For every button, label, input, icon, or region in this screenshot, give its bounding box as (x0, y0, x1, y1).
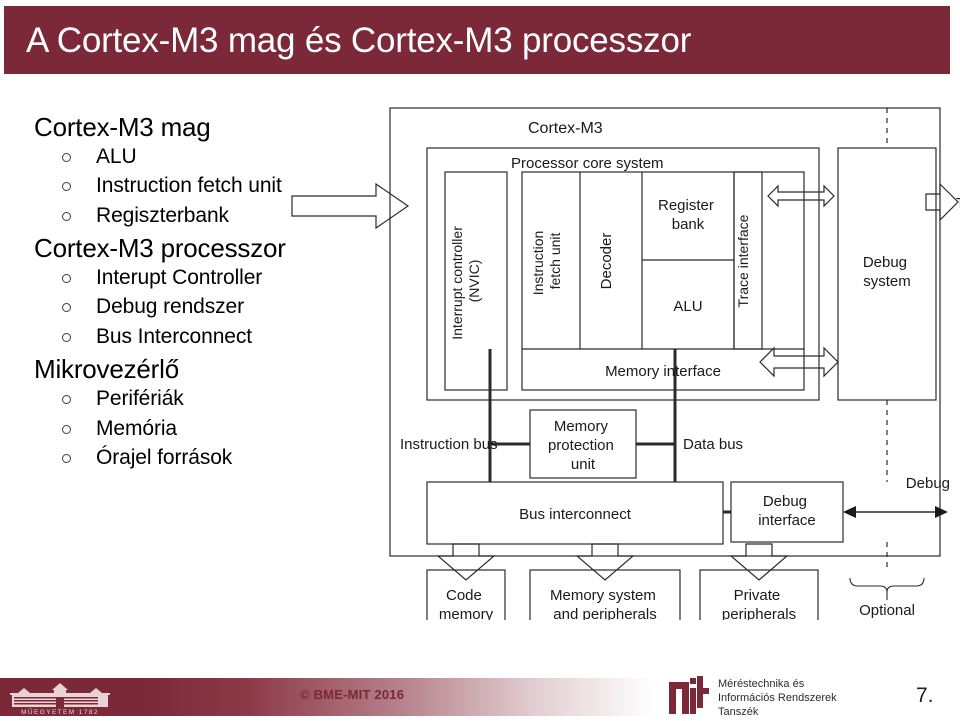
diagram-label-debug: Debug (906, 475, 950, 492)
circle-bullet-icon (62, 273, 71, 283)
diagram-label-private-peripherals: Private peripherals (722, 587, 796, 620)
diagram-label-data-bus: Data bus (683, 436, 743, 453)
diagram-label-nvic: Interrupt controller (NVIC) (449, 222, 482, 340)
page-title: A Cortex-M3 mag és Cortex-M3 processzor (26, 20, 692, 60)
diagram-label-debug-system: Debug system (863, 254, 911, 290)
list-item-label: Instruction fetch unit (96, 174, 282, 198)
circle-bullet-icon (62, 454, 71, 464)
copyright-text: © BME-MIT 2016 (300, 687, 405, 702)
diagram-label-mpu: Memory protection unit (548, 418, 618, 473)
diagram-label-decoder: Decoder (598, 233, 615, 290)
list-item-label: ALU (96, 144, 137, 168)
circle-bullet-icon (62, 332, 71, 342)
diagram-label-register-bank: Register bank (658, 197, 718, 233)
slide-title-bar: A Cortex-M3 mag és Cortex-M3 processzor (4, 6, 950, 74)
cortex-m3-block-diagram: Cortex-M3 Processor core system Interrup… (290, 100, 960, 620)
diagram-label-debug-interface: Debug interface (758, 493, 816, 529)
circle-bullet-icon (62, 182, 71, 192)
diagram-label-code-memory: Code memory (439, 587, 494, 620)
diagram-label-alu: ALU (673, 298, 702, 315)
mit-logo-icon (669, 676, 709, 714)
circle-bullet-icon (62, 395, 71, 405)
list-item-label: Perifériák (96, 387, 184, 411)
diagram-label-optional: Optional (859, 602, 915, 619)
list-item-label: Órajel források (96, 446, 233, 470)
list-item-label: Memória (96, 416, 177, 440)
page-number: 7. (916, 684, 934, 707)
mit-logo-group: Méréstechnika és Információs Rendszerek … (668, 676, 837, 719)
diagram-label-cortex-m3: Cortex-M3 (528, 120, 603, 137)
diagram-label-trace: Trace (956, 195, 960, 212)
list-item-label: Debug rendszer (96, 295, 245, 319)
bme-logo: MŰEGYETEM 1782 (4, 679, 116, 716)
department-line-3: Tanszék (718, 706, 759, 719)
diagram-label-memory-interface: Memory interface (605, 363, 721, 380)
department-line-2: Információs Rendszerek (718, 692, 837, 705)
diagram-label-instruction-fetch-unit: Instruction fetch unit (530, 227, 563, 295)
list-item-label: Bus Interconnect (96, 324, 252, 348)
diagram-label-memory-system: Memory system and peripherals (550, 587, 660, 620)
circle-bullet-icon (62, 424, 71, 434)
list-item-label: Regiszterbank (96, 203, 229, 227)
diagram-label-bus-interconnect: Bus interconnect (519, 506, 632, 523)
circle-bullet-icon (62, 211, 71, 221)
department-line-1: Méréstechnika és (718, 678, 805, 690)
diagram-label-processor-core-system: Processor core system (511, 155, 664, 172)
department-name: Méréstechnika és Információs Rendszerek … (718, 677, 837, 719)
diagram-label-instruction-bus: Instruction bus (400, 436, 498, 453)
circle-bullet-icon (62, 303, 71, 313)
diagram-label-trace-interface: Trace interface (735, 214, 751, 307)
circle-bullet-icon (62, 152, 71, 162)
bme-logo-text: MŰEGYETEM 1782 (21, 707, 99, 716)
list-item-label: Interupt Controller (96, 265, 263, 289)
